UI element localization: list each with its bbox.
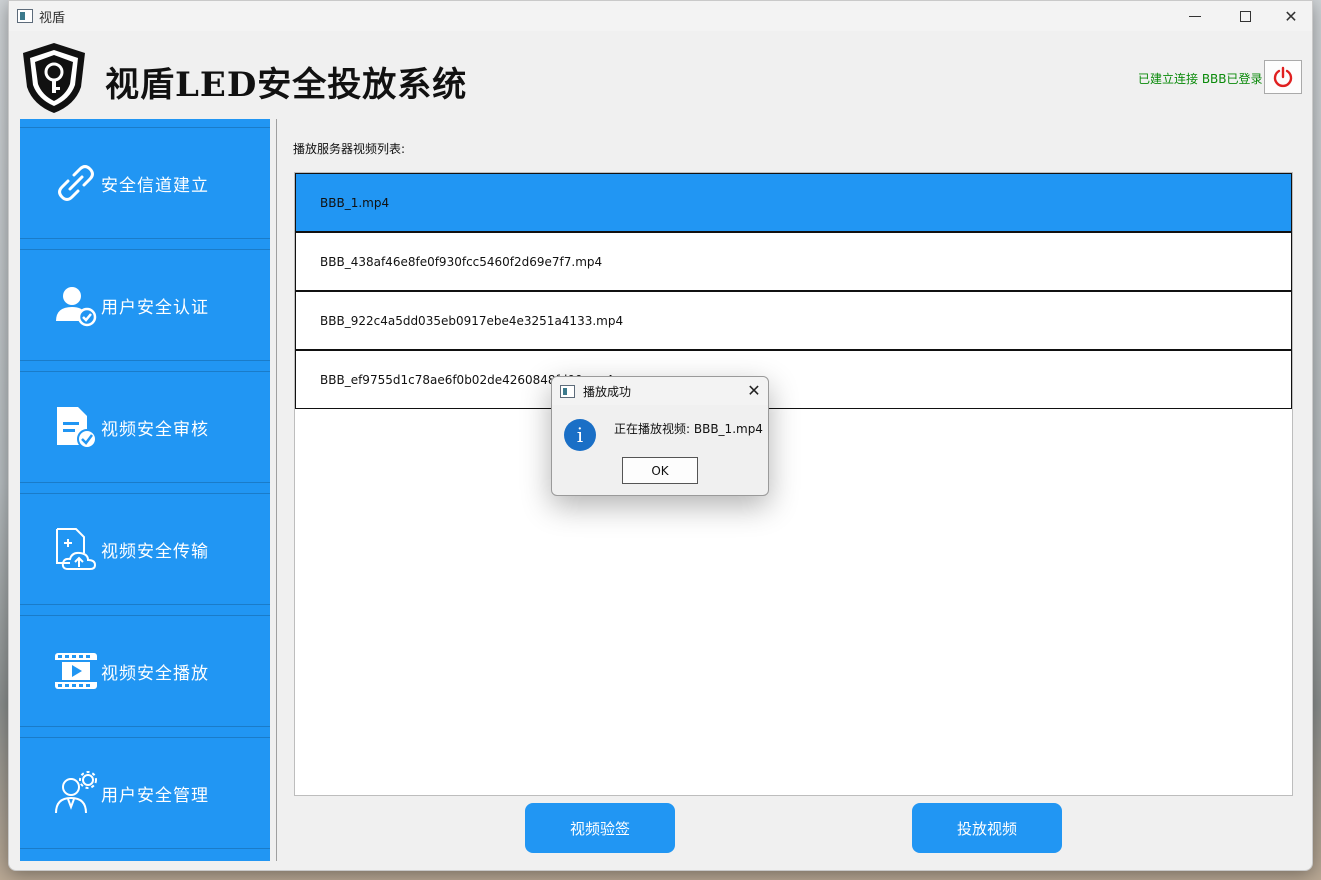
cast-video-button[interactable]: 投放视频 bbox=[912, 803, 1062, 853]
info-icon: i bbox=[564, 419, 596, 451]
shield-logo-icon bbox=[23, 43, 85, 113]
video-list[interactable]: BBB_1.mp4 BBB_438af46e8fe0f930fcc5460f2d… bbox=[294, 172, 1293, 796]
connection-status: 已建立连接 BBB已登录 bbox=[1138, 72, 1263, 86]
sidebar-item-label: 安全信道建立 bbox=[101, 175, 209, 196]
dialog-message: 正在播放视频: BBB_1.mp4 bbox=[614, 422, 763, 436]
document-check-icon bbox=[57, 407, 97, 449]
dialog-close-button[interactable]: ✕ bbox=[744, 381, 764, 401]
list-item[interactable]: BBB_922c4a5dd035eb0917ebe4e3251a4133.mp4 bbox=[295, 291, 1292, 350]
sidebar: 安全信道建立 用户安全认证 视频安全审核 视频安全传输 视频安全播放 用户安全管… bbox=[20, 119, 270, 861]
maximize-icon bbox=[1239, 10, 1251, 22]
user-gear-icon bbox=[55, 771, 97, 814]
window-title: 视盾 bbox=[39, 11, 66, 26]
maximize-button[interactable] bbox=[1222, 1, 1268, 31]
list-item[interactable]: BBB_438af46e8fe0f930fcc5460f2d69e7f7.mp4 bbox=[295, 232, 1292, 291]
video-play-icon bbox=[55, 653, 97, 689]
app-title: 视盾LED安全投放系统 bbox=[105, 65, 468, 105]
play-success-dialog: 播放成功 ✕ i 正在播放视频: BBB_1.mp4 OK bbox=[551, 376, 769, 496]
link-icon bbox=[58, 165, 94, 201]
sidebar-item-label: 视频安全审核 bbox=[101, 419, 209, 440]
app-header: 视盾LED安全投放系统 已建立连接 BBB已登录 bbox=[9, 31, 1312, 119]
close-window-button[interactable]: ✕ bbox=[1268, 1, 1312, 31]
title-bar[interactable]: 视盾 ✕ bbox=[9, 1, 1312, 31]
sidebar-item-video-transfer[interactable]: 视频安全传输 bbox=[20, 493, 270, 605]
minimize-icon bbox=[1189, 15, 1201, 17]
dialog-title: 播放成功 bbox=[583, 385, 632, 399]
sidebar-item-user-manage[interactable]: 用户安全管理 bbox=[20, 737, 270, 849]
sidebar-item-label: 视频安全传输 bbox=[101, 541, 209, 562]
verify-signature-button[interactable]: 视频验签 bbox=[525, 803, 675, 853]
sidebar-item-label: 用户安全认证 bbox=[101, 297, 209, 318]
logout-button[interactable] bbox=[1264, 60, 1302, 94]
sidebar-item-user-auth[interactable]: 用户安全认证 bbox=[20, 249, 270, 361]
close-icon: ✕ bbox=[1284, 6, 1298, 26]
video-list-caption: 播放服务器视频列表: bbox=[293, 142, 406, 156]
sidebar-item-secure-channel[interactable]: 安全信道建立 bbox=[20, 127, 270, 239]
sidebar-item-video-review[interactable]: 视频安全审核 bbox=[20, 371, 270, 483]
power-icon bbox=[1273, 66, 1293, 88]
ok-button[interactable]: OK bbox=[622, 457, 698, 484]
sidebar-item-label: 用户安全管理 bbox=[101, 785, 209, 806]
dialog-title-bar[interactable]: 播放成功 ✕ bbox=[552, 377, 768, 405]
app-window-icon bbox=[17, 9, 33, 23]
app-window-icon bbox=[560, 385, 575, 398]
list-item[interactable]: BBB_1.mp4 bbox=[295, 173, 1292, 232]
sidebar-item-video-play[interactable]: 视频安全播放 bbox=[20, 615, 270, 727]
sidebar-item-label: 视频安全播放 bbox=[101, 663, 209, 684]
list-item[interactable]: BBB_ef9755d1c78ae6f0b02de4260848fd00.mp4 bbox=[295, 350, 1292, 409]
minimize-button[interactable] bbox=[1172, 1, 1218, 31]
sidebar-divider bbox=[276, 119, 277, 861]
cloud-upload-icon bbox=[56, 528, 97, 570]
user-check-icon bbox=[56, 287, 97, 327]
